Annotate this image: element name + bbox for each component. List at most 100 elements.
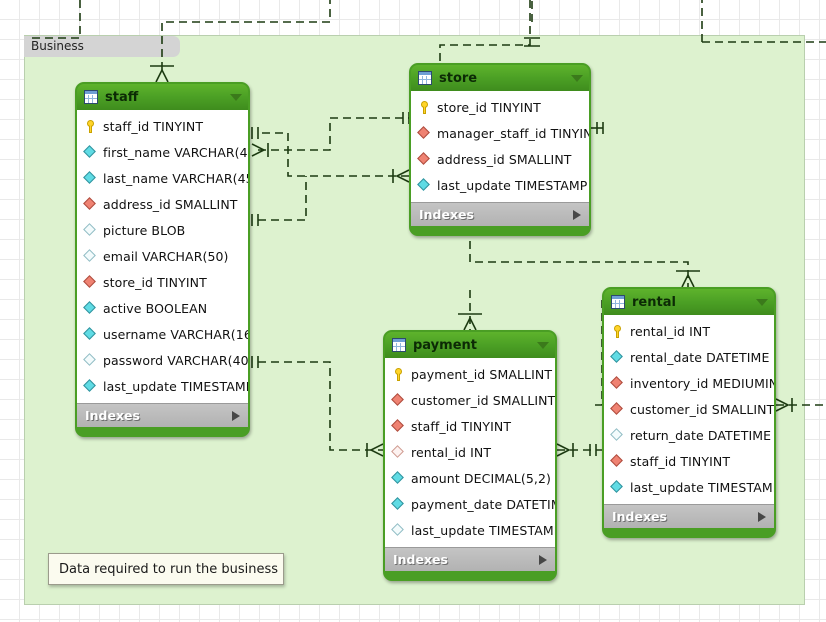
- column-label: store_id TINYINT: [103, 274, 207, 290]
- indexes-bar-payment[interactable]: Indexes: [385, 547, 555, 571]
- column-row[interactable]: staff_id TINYINT: [604, 448, 774, 474]
- column-row[interactable]: last_name VARCHAR(45): [77, 165, 248, 191]
- foreign-key-icon: [417, 151, 431, 166]
- column-row[interactable]: store_id TINYINT: [77, 269, 248, 295]
- column-row[interactable]: inventory_id MEDIUMINT: [604, 370, 774, 396]
- indexes-label: Indexes: [419, 207, 474, 222]
- column-row[interactable]: staff_id TINYINT: [385, 413, 555, 439]
- column-row[interactable]: store_id TINYINT: [411, 94, 589, 120]
- table-title: payment: [413, 337, 477, 353]
- column-row[interactable]: rental_date DATETIME: [604, 344, 774, 370]
- column-label: inventory_id MEDIUMINT: [630, 375, 776, 391]
- column-label: password VARCHAR(40): [103, 352, 250, 368]
- indexes-bar-store[interactable]: Indexes: [411, 202, 589, 226]
- column-row[interactable]: return_date DATETIME: [604, 422, 774, 448]
- column-row[interactable]: address_id SMALLINT: [77, 191, 248, 217]
- expand-right-icon[interactable]: [573, 209, 581, 220]
- column-diamond-icon: [391, 522, 405, 537]
- column-row[interactable]: username VARCHAR(16): [77, 321, 248, 347]
- column-label: address_id SMALLINT: [437, 151, 572, 167]
- column-label: staff_id TINYINT: [103, 118, 204, 134]
- table-shell: rental rental_id INT rental_date DATETIME i…: [602, 287, 776, 538]
- column-label: last_update TIMESTAMP: [437, 177, 588, 193]
- column-label: rental_id INT: [411, 444, 492, 460]
- column-label: active BOOLEAN: [103, 300, 208, 316]
- column-label: address_id SMALLINT: [103, 196, 238, 212]
- table-node-payment[interactable]: payment payment_id SMALLINT customer_id SM…: [383, 330, 557, 581]
- table-icon: [418, 71, 432, 85]
- expand-right-icon[interactable]: [758, 511, 766, 522]
- table-header-payment[interactable]: payment: [385, 332, 555, 358]
- table-title: staff: [105, 89, 139, 105]
- table-node-rental[interactable]: rental rental_id INT rental_date DATETIME i…: [602, 287, 776, 538]
- column-diamond-icon: [391, 496, 405, 511]
- table-shell: store store_id TINYINT manager_staff_id TI…: [409, 63, 591, 236]
- column-label: picture BLOB: [103, 222, 186, 238]
- rel-offscreen-left-line: [28, 0, 81, 39]
- indexes-bar-rental[interactable]: Indexes: [604, 504, 774, 528]
- column-row[interactable]: last_update TIMESTAMP: [385, 517, 555, 543]
- column-diamond-icon: [610, 349, 624, 364]
- column-row[interactable]: password VARCHAR(40): [77, 347, 248, 373]
- column-row[interactable]: amount DECIMAL(5,2): [385, 465, 555, 491]
- chevron-down-icon[interactable]: [571, 74, 583, 82]
- column-label: last_update TIMESTAMP: [411, 522, 557, 538]
- column-row[interactable]: address_id SMALLINT: [411, 146, 589, 172]
- foreign-key-icon: [417, 125, 431, 140]
- column-row[interactable]: rental_id INT: [385, 439, 555, 465]
- column-label: store_id TINYINT: [437, 99, 541, 115]
- column-diamond-icon: [83, 170, 97, 185]
- column-row[interactable]: first_name VARCHAR(45): [77, 139, 248, 165]
- table-icon: [611, 295, 625, 309]
- column-diamond-icon: [83, 144, 97, 159]
- column-diamond-icon: [83, 248, 97, 263]
- column-diamond-icon: [83, 222, 97, 237]
- indexes-label: Indexes: [612, 509, 667, 524]
- diagram-note[interactable]: Data required to run the business: [48, 553, 284, 585]
- foreign-key-icon: [83, 274, 97, 289]
- column-label: rental_date DATETIME: [630, 349, 770, 365]
- column-label: first_name VARCHAR(45): [103, 144, 250, 160]
- column-row[interactable]: last_update TIMESTAMP: [77, 373, 248, 399]
- column-row[interactable]: payment_date DATETIME: [385, 491, 555, 517]
- eer-diagram-canvas[interactable]: Business staff staff_id TINYINT first_na…: [0, 0, 826, 622]
- table-header-store[interactable]: store: [411, 65, 589, 91]
- column-diamond-icon: [610, 479, 624, 494]
- chevron-down-icon[interactable]: [756, 298, 768, 306]
- column-row[interactable]: rental_id INT: [604, 318, 774, 344]
- table-shell: staff staff_id TINYINT first_name VARCHAR(…: [75, 82, 250, 437]
- column-label: manager_staff_id TINYINT: [437, 125, 591, 141]
- column-row[interactable]: payment_id SMALLINT: [385, 361, 555, 387]
- table-shell: payment payment_id SMALLINT customer_id SM…: [383, 330, 557, 581]
- column-row[interactable]: active BOOLEAN: [77, 295, 248, 321]
- chevron-down-icon[interactable]: [230, 93, 242, 101]
- primary-key-icon: [84, 119, 97, 133]
- column-row[interactable]: customer_id SMALLINT: [385, 387, 555, 413]
- table-header-rental[interactable]: rental: [604, 289, 774, 315]
- table-node-store[interactable]: store store_id TINYINT manager_staff_id TI…: [409, 63, 591, 236]
- table-footer: [604, 528, 774, 536]
- column-label: customer_id SMALLINT: [630, 401, 775, 417]
- table-header-staff[interactable]: staff: [77, 84, 248, 110]
- column-row[interactable]: email VARCHAR(50): [77, 243, 248, 269]
- indexes-bar-staff[interactable]: Indexes: [77, 403, 248, 427]
- layer-tab-label[interactable]: Business: [24, 36, 180, 57]
- expand-right-icon[interactable]: [539, 554, 547, 565]
- table-node-staff[interactable]: staff staff_id TINYINT first_name VARCHAR(…: [75, 82, 250, 437]
- column-row[interactable]: last_update TIMESTAMP: [604, 474, 774, 500]
- column-row[interactable]: last_update TIMESTAMP: [411, 172, 589, 198]
- indexes-label: Indexes: [393, 552, 448, 567]
- expand-right-icon[interactable]: [232, 410, 240, 421]
- primary-key-icon: [611, 324, 624, 338]
- column-row[interactable]: picture BLOB: [77, 217, 248, 243]
- column-label: customer_id SMALLINT: [411, 392, 556, 408]
- column-row[interactable]: customer_id SMALLINT: [604, 396, 774, 422]
- foreign-key-icon: [391, 418, 405, 433]
- chevron-down-icon[interactable]: [537, 341, 549, 349]
- column-label: amount DECIMAL(5,2): [411, 470, 551, 486]
- primary-key-icon: [392, 367, 405, 381]
- foreign-key-icon: [610, 375, 624, 390]
- column-row[interactable]: staff_id TINYINT: [77, 113, 248, 139]
- column-label: rental_id INT: [630, 323, 711, 339]
- column-row[interactable]: manager_staff_id TINYINT: [411, 120, 589, 146]
